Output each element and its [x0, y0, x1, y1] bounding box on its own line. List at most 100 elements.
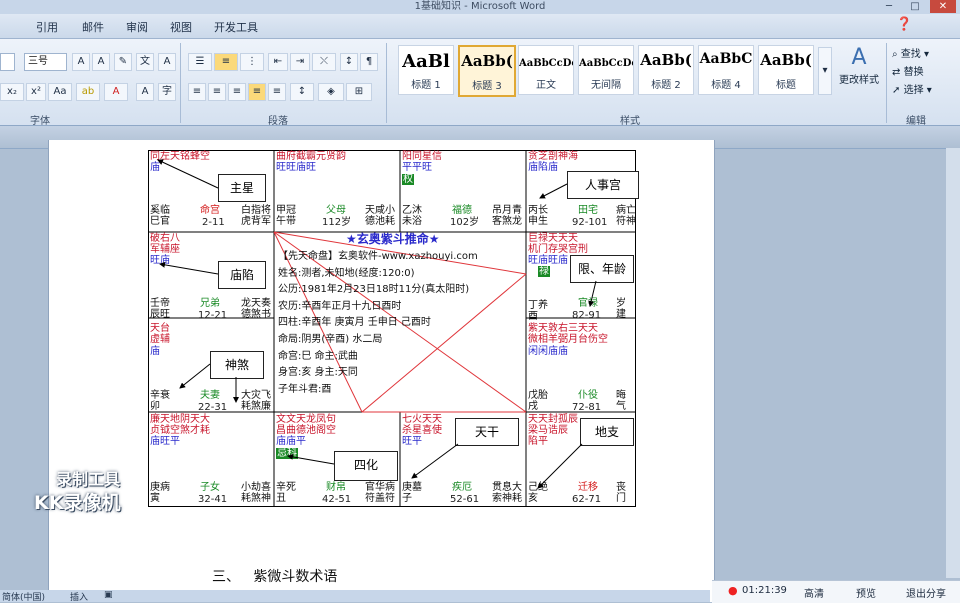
justify-icon[interactable]: ≡	[248, 83, 266, 101]
palace-status: 庙	[150, 162, 160, 173]
style-normal[interactable]: AaBbCcDc 正文	[518, 45, 574, 95]
style-heading-4[interactable]: AaBbC 标题 4	[698, 45, 754, 95]
sort-icon[interactable]: ↕	[340, 53, 358, 71]
line-spacing-icon[interactable]: ↕	[290, 83, 314, 101]
palace-spirits: 病亡 符神	[616, 205, 636, 227]
palace-name: 命宫	[200, 205, 220, 216]
superscript-icon[interactable]: x²	[26, 83, 46, 101]
font-color-icon[interactable]: A	[104, 83, 128, 101]
language-status[interactable]: 简体(中国)	[2, 590, 45, 603]
tab-developer[interactable]: 开发工具	[214, 19, 258, 35]
palace-stars: 文文天龙凤句 昌曲德池阁空	[276, 414, 336, 436]
chart-info: 【先天命盘】玄奥软件-www.xazhouyi.com 姓名:测者,未知地(经度…	[278, 249, 478, 398]
align-left-icon[interactable]: ≡	[188, 83, 206, 101]
group-label-styles: 样式	[620, 116, 640, 127]
window-title: 1基础知识 - Microsoft Word	[414, 1, 546, 12]
style-sample: AaBbCcDc	[519, 58, 573, 69]
tab-mailings[interactable]: 邮件	[82, 19, 104, 35]
clear-format-icon[interactable]: ✎	[114, 53, 132, 71]
align-right-icon[interactable]: ≡	[228, 83, 246, 101]
style-heading-1[interactable]: AaBl 标题 1	[398, 45, 454, 95]
info-line: 子年斗君:酉	[278, 383, 332, 395]
tab-review[interactable]: 审阅	[126, 19, 148, 35]
char-border-icon[interactable]: A	[158, 53, 176, 71]
palace-status: 旺庙旺庙	[528, 255, 568, 266]
bullets-icon[interactable]: ☰	[188, 53, 212, 71]
info-line: 命局:阴男(辛酉) 水二局	[278, 333, 383, 345]
palace-stars: 天台 虚辅	[150, 323, 170, 345]
select-button[interactable]: ➚ 选择 ▾	[892, 81, 932, 96]
find-label: 查找	[900, 49, 921, 60]
info-line: 命宫:巳 命主:武曲	[278, 350, 358, 362]
preview-button[interactable]: 预览	[856, 585, 876, 600]
borders-icon[interactable]: ⊞	[346, 83, 372, 101]
style-heading-3[interactable]: AaBb( 标题 3	[458, 45, 516, 97]
align-center-icon[interactable]: ≡	[208, 83, 226, 101]
multilevel-list-icon[interactable]: ⋮	[240, 53, 264, 71]
insert-mode-status[interactable]: 插入	[70, 590, 88, 603]
enclose-char-icon[interactable]: 字	[158, 83, 176, 101]
replace-button[interactable]: ⇄ 替换	[892, 63, 924, 78]
palace-stem-branch: 丙长 申生	[528, 205, 548, 227]
find-button[interactable]: ⌕ 查找 ▾	[892, 45, 929, 60]
style-label: 标题 3	[472, 81, 502, 92]
shading-icon[interactable]: ◈	[318, 83, 344, 101]
palace-range: 72-81	[572, 402, 602, 413]
quality-button[interactable]: 高清	[804, 585, 824, 600]
palace-stem-branch: 庚墓 子	[402, 482, 422, 504]
callout-earthly-branch: 地支	[580, 418, 634, 446]
shrink-font-icon[interactable]: A	[92, 53, 110, 71]
chinese-layout-icon[interactable]: ⤬	[312, 53, 336, 71]
font-name-combo[interactable]	[0, 53, 15, 71]
style-no-spacing[interactable]: AaBbCcDc 无间隔	[578, 45, 634, 95]
style-heading-2[interactable]: AaBb( 标题 2	[638, 45, 694, 95]
distribute-icon[interactable]: ≡	[268, 83, 286, 101]
replace-label: 替换	[903, 67, 924, 78]
transformation-badge: 权	[402, 174, 414, 185]
vertical-scrollbar[interactable]	[946, 148, 960, 578]
increase-indent-icon[interactable]: ⇥	[290, 53, 310, 71]
callout-four-transformations: 四化	[334, 451, 398, 481]
show-marks-icon[interactable]: ¶	[360, 53, 378, 71]
callout-heavenly-stem: 天干	[455, 418, 519, 446]
palace-spirits: 晦 气	[616, 390, 626, 412]
macro-icon[interactable]: ▣	[104, 590, 113, 600]
grow-font-icon[interactable]: A	[72, 53, 90, 71]
palace-range: 42-51	[322, 494, 352, 505]
callout-age-limit: 限、年龄	[570, 255, 634, 283]
title-bar: 1基础知识 - Microsoft Word ─ □ ✕	[0, 0, 960, 15]
styles-more-icon[interactable]: ▾	[818, 47, 832, 95]
phonetic-icon[interactable]: 文	[136, 53, 154, 71]
palace-name: 财帛	[326, 482, 346, 493]
info-line: 姓名:测者,未知地(经度:120:0)	[278, 267, 415, 279]
change-styles-button[interactable]: A 更改样式	[836, 45, 882, 97]
highlight-icon[interactable]: ab	[76, 83, 100, 101]
close-button[interactable]: ✕	[930, 0, 956, 13]
binoculars-icon: ⌕	[892, 49, 898, 60]
exit-share-button[interactable]: 退出分享	[906, 585, 946, 600]
style-sample: AaBb(	[760, 51, 812, 69]
palace-name: 兄弟	[200, 298, 220, 309]
palace-range: 12-21	[198, 310, 228, 321]
palace-name: 夫妻	[200, 390, 220, 401]
style-sample: AaBl	[402, 51, 450, 72]
subscript-icon[interactable]: x₂	[0, 83, 24, 101]
palace-name: 父母	[326, 205, 346, 216]
palace-status: 庙陷庙	[528, 162, 558, 173]
decrease-indent-icon[interactable]: ⇤	[268, 53, 288, 71]
help-icon[interactable]: ❓	[896, 17, 912, 32]
palace-stem-branch: 辛衰 卯	[150, 390, 170, 412]
minimize-button[interactable]: ─	[876, 0, 902, 13]
palace-spirits: 小劫喜 耗煞神	[241, 482, 271, 504]
change-case-icon[interactable]: Aa	[48, 83, 72, 101]
char-shading-icon[interactable]: A	[136, 83, 154, 101]
palace-status: 庙旺平	[150, 436, 180, 447]
numbering-icon[interactable]: ≡	[214, 53, 238, 71]
section-heading: 三、 紫微斗数术语	[212, 569, 338, 585]
tab-references[interactable]: 引用	[36, 19, 58, 35]
style-title[interactable]: AaBb( 标题	[758, 45, 814, 95]
maximize-button[interactable]: □	[902, 0, 928, 13]
tab-view[interactable]: 视图	[170, 19, 192, 35]
font-size-combo[interactable]: 三号	[24, 53, 67, 71]
transformation-badge: 禄	[538, 266, 550, 277]
